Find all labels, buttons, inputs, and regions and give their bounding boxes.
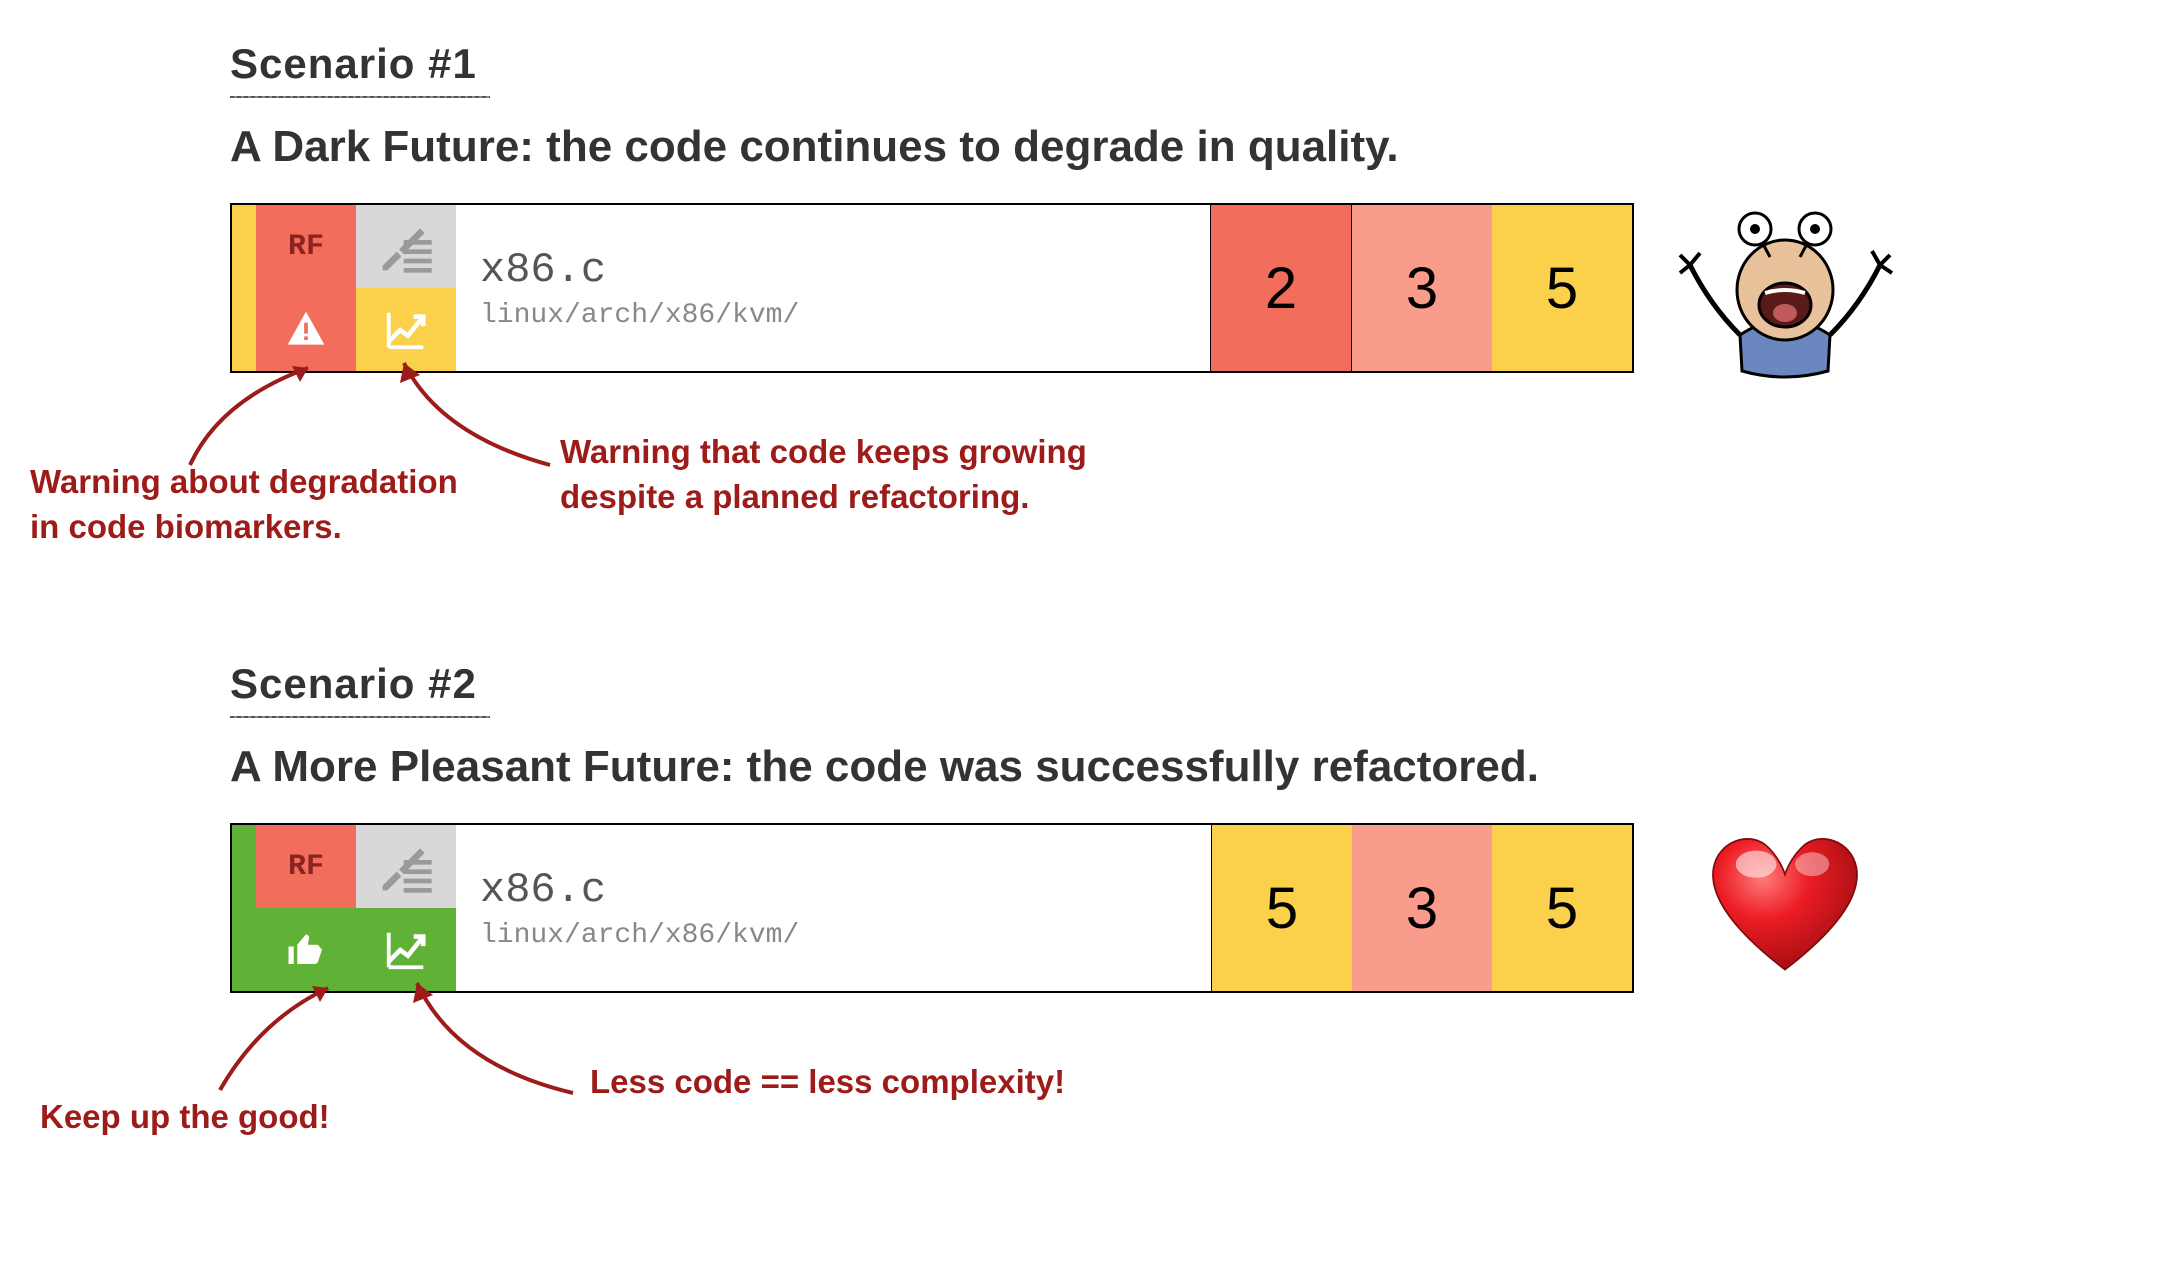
warning-cell-1: [256, 288, 356, 371]
scenario-2-underline: [230, 716, 490, 718]
scenario-1-header: Scenario #1 A Dark Future: the code cont…: [230, 40, 1399, 172]
card1-filename: x86.c: [480, 246, 1210, 294]
card1-filepath: linux/arch/x86/kvm/: [480, 300, 1210, 331]
arrow-keepup: [160, 980, 380, 1100]
scream-doodle: [1670, 195, 1900, 390]
pencil-lines-icon: [378, 839, 434, 895]
arrow-biomarkers: [130, 360, 360, 470]
scenario-2-header: Scenario #2 A More Pleasant Future: the …: [230, 660, 1539, 792]
card1-left-stripe: [232, 205, 256, 371]
anno-biomarkers: Warning about degradation in code biomar…: [30, 460, 458, 549]
scenario-2-label: Scenario #2: [230, 660, 477, 712]
file-card-1: RF: [230, 203, 1634, 373]
anno-less: Less code == less complexity!: [590, 1060, 1065, 1105]
card1-badge-column: RF: [256, 205, 456, 371]
anno-growth: Warning that code keeps growing despite …: [560, 430, 1087, 519]
scenario-1-subtitle: A Dark Future: the code continues to deg…: [230, 122, 1399, 172]
card2-metrics: 5 3 5: [1211, 825, 1632, 991]
thumbs-up-icon: [285, 929, 327, 971]
heart-icon: [1700, 820, 1870, 995]
edit-icon-1: [356, 205, 456, 288]
thumbs-cell-2: [256, 908, 356, 991]
rf-badge-2: RF: [256, 825, 356, 908]
warning-icon: [284, 308, 328, 352]
pencil-lines-icon: [378, 219, 434, 275]
card2-file-info: x86.c linux/arch/x86/kvm/: [456, 825, 1211, 991]
edit-icon-2: [356, 825, 456, 908]
card1-metrics: 2 3 5: [1210, 205, 1632, 371]
card1-metric-1: 2: [1210, 205, 1351, 371]
scenario-2-subtitle: A More Pleasant Future: the code was suc…: [230, 742, 1539, 792]
card2-filepath: linux/arch/x86/kvm/: [480, 920, 1211, 951]
card2-badge-column: RF: [256, 825, 456, 991]
card1-metric-2: 3: [1351, 205, 1492, 371]
file-card-2: RF: [230, 823, 1634, 993]
card1-metric-3: 5: [1492, 205, 1632, 371]
scenario-1-label: Scenario #1: [230, 40, 477, 92]
trend-up-icon: [383, 307, 429, 353]
card2-filename: x86.c: [480, 866, 1211, 914]
scenario-1-underline: [230, 96, 490, 98]
card2-metric-2: 3: [1352, 825, 1492, 991]
card2-metric-3: 5: [1492, 825, 1632, 991]
rf-badge-1: RF: [256, 205, 356, 288]
card2-left-stripe: [232, 825, 256, 991]
card1-file-info: x86.c linux/arch/x86/kvm/: [456, 205, 1210, 371]
anno-keepup: Keep up the good!: [40, 1095, 330, 1140]
card2-metric-1: 5: [1211, 825, 1352, 991]
trend-up-icon: [383, 927, 429, 973]
